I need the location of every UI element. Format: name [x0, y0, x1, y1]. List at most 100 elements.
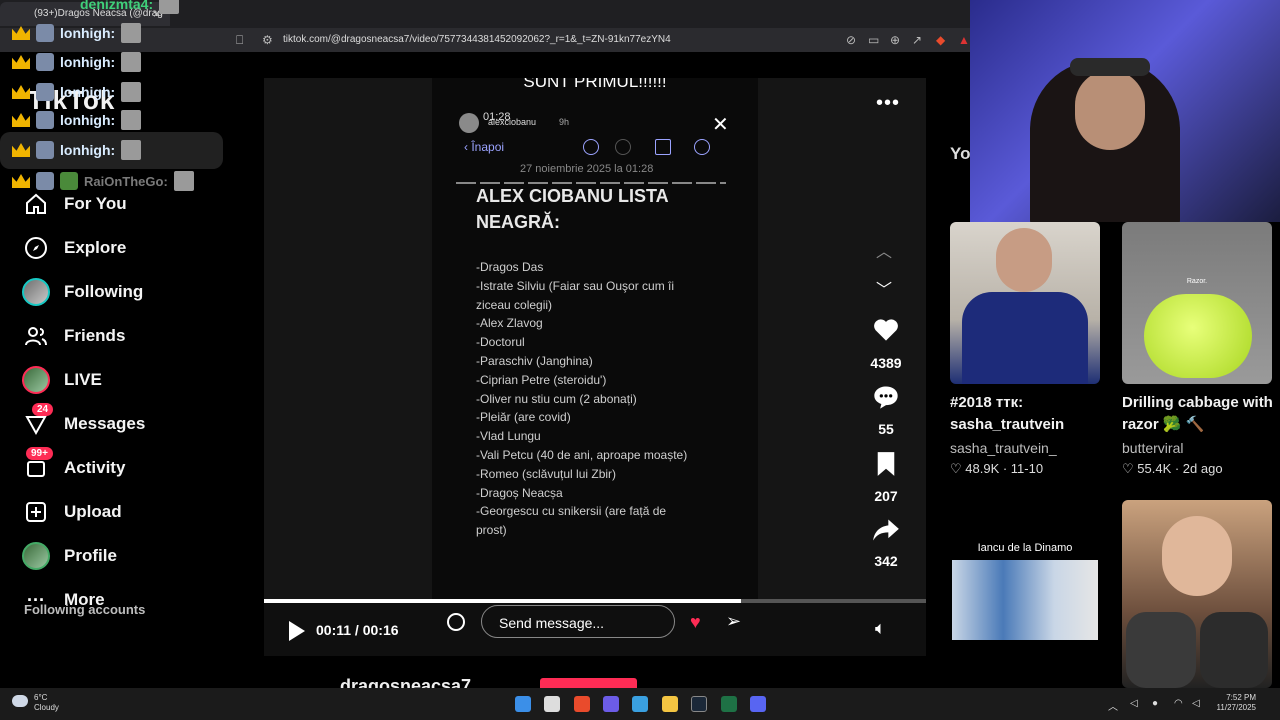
list-item: -Romeo (sclăvuțul lui Zbir) — [476, 466, 617, 481]
list-item: -Vlad Lungu — [476, 429, 541, 444]
zoom-icon[interactable]: ⊕ — [890, 33, 900, 47]
file-explorer-icon[interactable] — [662, 696, 678, 712]
rec-stats-2: ♡ 55.4K · 2d ago — [1122, 461, 1223, 476]
chat-line: denizmta4: — [80, 0, 180, 14]
share-count: 342 — [874, 553, 898, 569]
alert-icon[interactable]: ▲ — [958, 33, 970, 47]
brave-icon[interactable] — [574, 696, 590, 712]
streamer-face — [1075, 70, 1145, 150]
nav-label: Following — [64, 282, 144, 301]
list-item: ziceau colegii) — [476, 297, 553, 312]
url-input[interactable]: tiktok.com/@dragosneacsa7/video/75773443… — [283, 34, 671, 45]
thumb-caption: Razor. — [1186, 278, 1208, 285]
crown-icon — [12, 55, 30, 69]
list-item: prost) — [476, 523, 507, 538]
nav-label: Friends — [64, 326, 126, 345]
nav-friends[interactable]: Friends — [22, 321, 222, 351]
rec-author-2[interactable]: butterviral — [1122, 440, 1183, 456]
rec-thumbnail-3[interactable]: Iancu de la Dinamo — [950, 500, 1100, 688]
nav-live[interactable]: LIVE — [22, 365, 222, 395]
emote-icon — [36, 111, 54, 129]
comment-icon — [874, 386, 898, 409]
face-shape — [1162, 516, 1232, 596]
chat-user-thumb — [121, 23, 142, 43]
chat-line: lonhigh: — [12, 110, 142, 130]
nav-upload[interactable]: Upload — [22, 497, 222, 527]
app-icon[interactable] — [632, 696, 648, 712]
messages-icon: 24 — [22, 403, 54, 438]
volume-icon[interactable]: 🔈︎ — [875, 618, 886, 639]
studio-shape — [952, 560, 1098, 640]
activity-badge: 99+ — [26, 447, 53, 460]
clock-time: 7:52 PM — [1226, 693, 1256, 702]
bookmark-icon — [877, 452, 895, 476]
chevron-up-icon[interactable]: ︿ — [876, 238, 892, 262]
share-button[interactable]: 342 — [866, 518, 906, 569]
list-item: -Vali Petcu (40 de ani, aproape moaște) — [476, 447, 688, 462]
windows-start-icon[interactable] — [515, 696, 531, 712]
undo-icon — [583, 139, 599, 155]
volume-tray-icon[interactable]: ◁ — [1192, 698, 1200, 709]
steam-icon[interactable] — [691, 696, 707, 712]
wifi-icon[interactable]: ◠ — [1174, 698, 1183, 709]
nav-profile[interactable]: Profile — [22, 541, 222, 571]
gift-icon — [60, 172, 78, 190]
rec-thumbnail-1[interactable] — [950, 222, 1100, 384]
send-message-input[interactable]: Send message... — [481, 605, 675, 638]
rec-thumbnail-4[interactable] — [1122, 500, 1272, 688]
chat-username: RaiOnTheGo: — [84, 173, 168, 189]
excel-icon[interactable] — [721, 696, 737, 712]
story-avatar — [459, 113, 479, 133]
share-screen-icon — [655, 139, 671, 155]
task-view-icon[interactable] — [544, 696, 560, 712]
share-icon[interactable]: ↗ — [912, 33, 922, 47]
nav-for-you[interactable]: For You — [22, 189, 222, 219]
speaker-icon[interactable]: ◁ — [1130, 698, 1138, 709]
screen-icon[interactable]: ▭ — [868, 33, 879, 47]
play-icon[interactable] — [289, 621, 305, 641]
emote-icon — [36, 53, 54, 71]
like-button[interactable]: 4389 — [866, 316, 906, 371]
nav-label: Profile — [64, 546, 117, 565]
comment-button[interactable]: 55 — [866, 384, 906, 437]
more-options-icon[interactable]: ••• — [876, 92, 900, 115]
nav-explore[interactable]: Explore — [22, 233, 222, 263]
heart-reaction-icon[interactable]: ♥ — [690, 612, 701, 633]
nav-following[interactable]: Following — [22, 277, 222, 307]
chat-username: lonhigh: — [60, 84, 116, 100]
chevron-up-icon[interactable]: ︿ — [1108, 698, 1118, 713]
compass-icon — [22, 234, 50, 262]
rec-thumbnail-2[interactable]: Razor. — [1122, 222, 1272, 384]
site-info-icon[interactable]: ⚙ — [262, 33, 273, 47]
system-clock[interactable]: 7:52 PM 11/27/2025 — [1210, 693, 1256, 713]
reader-icon[interactable]: ⊘ — [846, 33, 856, 47]
discord-icon[interactable] — [750, 696, 766, 712]
list-item: -Ciprian Petre (steroidu') — [476, 372, 607, 387]
story-age: 9h — [559, 117, 570, 127]
brave-shield-icon[interactable]: ◆ — [936, 33, 945, 47]
nav-messages[interactable]: 24 Messages — [22, 403, 222, 439]
nav-label: LIVE — [64, 370, 102, 389]
chevron-down-icon[interactable]: ﹀ — [876, 276, 892, 300]
weather-temp: 6°C — [34, 693, 48, 702]
weather-widget[interactable]: 6°C Cloudy — [34, 693, 59, 713]
mic-icon[interactable]: ● — [1152, 698, 1158, 709]
bookmark-icon[interactable]: ⎕ — [236, 33, 243, 48]
rec-author-1[interactable]: sasha_trautvein_ — [950, 440, 1057, 456]
nav-label: Activity — [64, 458, 126, 477]
rec-title-2[interactable]: Drilling cabbage with razor 🥦 🔨 — [1122, 392, 1280, 436]
save-button[interactable]: 207 — [866, 451, 906, 504]
list-item: -Alex Zlavog — [476, 316, 543, 331]
chat-line: lonhigh: — [12, 23, 142, 43]
app-icon[interactable] — [603, 696, 619, 712]
nav-activity[interactable]: 99+ Activity — [22, 447, 222, 483]
chat-line: lonhigh: — [12, 140, 142, 160]
messages-badge: 24 — [32, 403, 54, 416]
close-icon[interactable]: ✕ — [712, 112, 729, 137]
comment-bubble-icon[interactable] — [447, 613, 465, 631]
rec-title-1[interactable]: #2018 ттк: sasha_trautvein — [950, 392, 1110, 436]
send-icon[interactable]: ➢ — [726, 611, 741, 632]
list-item: -Istrate Silviu (Faiar sau Ouşor cum îi — [476, 278, 675, 293]
emote-icon — [36, 141, 54, 159]
crown-icon — [12, 143, 30, 157]
